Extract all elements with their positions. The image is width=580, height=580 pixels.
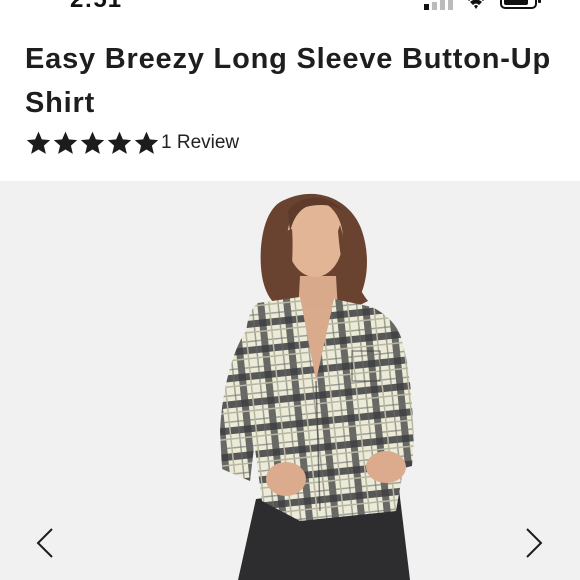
next-image-button[interactable] [519, 523, 549, 563]
star-icon [134, 131, 159, 154]
product-photo [220, 193, 414, 580]
previous-image-button[interactable] [30, 523, 60, 563]
product-screen: 2:51 Easy Breezy Long Sleeve Button-Up S… [0, 0, 580, 580]
star-rating [25, 130, 160, 156]
battery-icon [500, 0, 541, 9]
star-icon [107, 131, 132, 154]
status-bar: 2:51 [0, 0, 580, 14]
star-icon [80, 131, 105, 154]
product-image-gallery[interactable] [0, 181, 580, 580]
star-icon [53, 131, 78, 154]
review-count-link[interactable]: 1 Review [161, 132, 239, 154]
chevron-left-icon [36, 528, 53, 558]
wifi-icon [468, 0, 484, 9]
cellular-signal-icon [424, 0, 453, 10]
product-title: Easy Breezy Long Sleeve Button-Up Shirt [25, 43, 551, 119]
star-icon [26, 131, 51, 154]
rating-row: 1 Review [25, 128, 239, 158]
chevron-right-icon [526, 528, 543, 558]
status-time: 2:51 [70, 0, 122, 14]
